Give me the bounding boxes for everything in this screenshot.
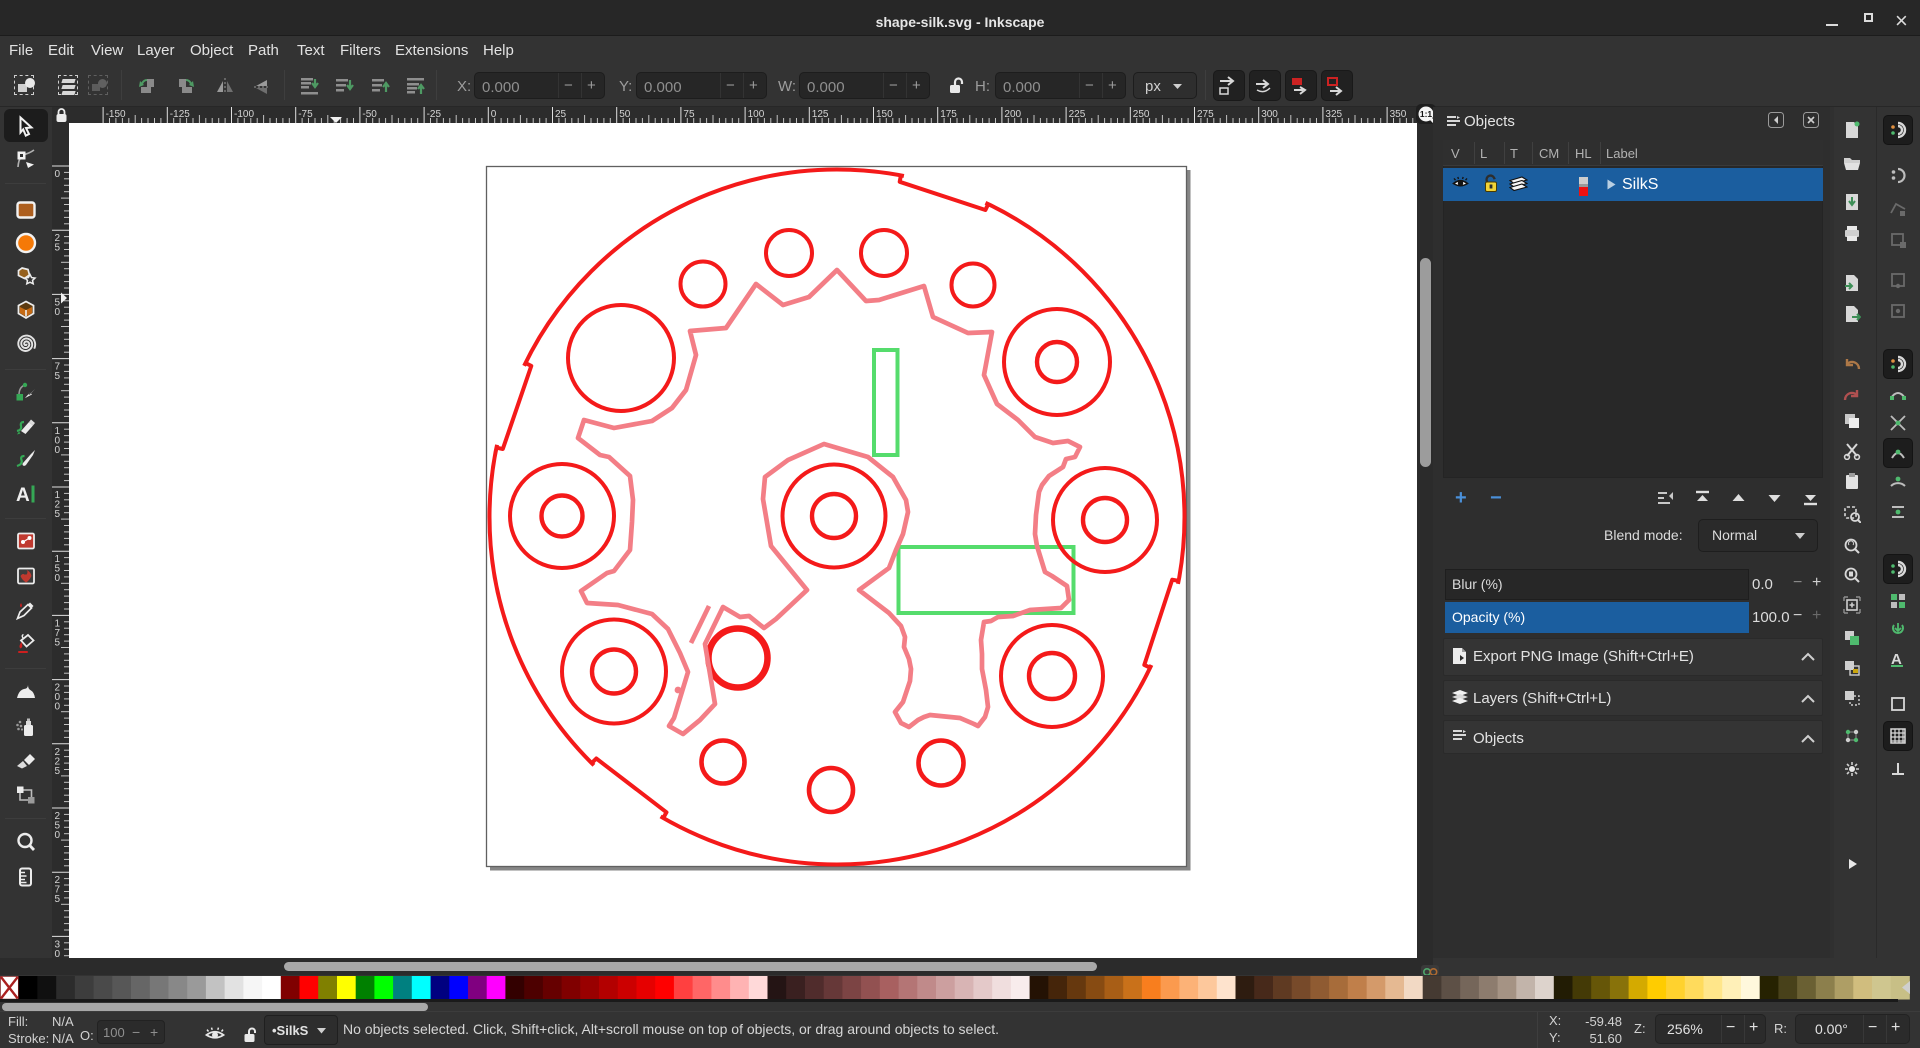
svg-text:0: 0	[55, 702, 61, 713]
svg-text:100: 100	[748, 109, 765, 120]
svg-text:175: 175	[940, 109, 957, 120]
svg-text:325: 325	[1325, 109, 1342, 120]
svg-text:275: 275	[1197, 109, 1214, 120]
svg-text:-50: -50	[362, 109, 377, 120]
svg-text:150: 150	[876, 109, 893, 120]
svg-text:0: 0	[55, 307, 61, 318]
svg-text:0: 0	[491, 109, 497, 120]
svg-text:5: 5	[55, 894, 61, 905]
svg-text:0: 0	[55, 830, 61, 841]
svg-text:5: 5	[55, 637, 61, 648]
svg-text:250: 250	[1133, 109, 1150, 120]
svg-text:0: 0	[55, 949, 61, 958]
svg-text:5: 5	[55, 766, 61, 777]
svg-text:-25: -25	[427, 109, 442, 120]
svg-text:350: 350	[1390, 109, 1407, 120]
svg-text:A: A	[16, 485, 30, 505]
svg-text:300: 300	[1261, 109, 1278, 120]
svg-text:0: 0	[55, 169, 61, 180]
svg-text:5: 5	[55, 371, 61, 382]
svg-text:225: 225	[1069, 109, 1086, 120]
svg-text:0: 0	[55, 445, 61, 456]
svg-text:5: 5	[55, 243, 61, 254]
svg-text:5: 5	[55, 509, 61, 520]
svg-text:125: 125	[812, 109, 829, 120]
svg-text:0: 0	[55, 573, 61, 584]
svg-text:-75: -75	[298, 109, 313, 120]
svg-text:1:1: 1:1	[1420, 109, 1433, 119]
svg-text:200: 200	[1004, 109, 1021, 120]
